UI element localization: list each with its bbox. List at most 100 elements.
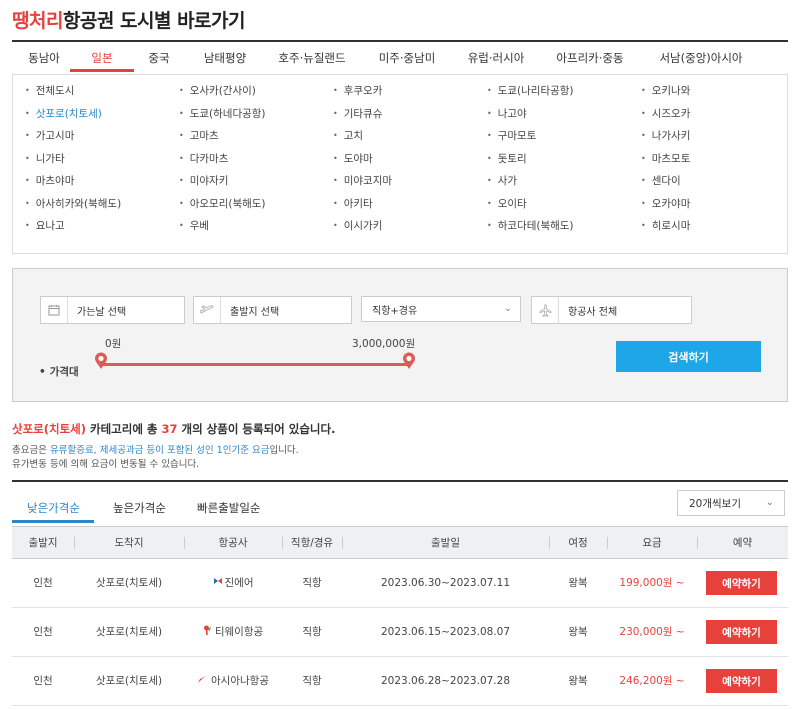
book-button[interactable]: 예약하기 (706, 571, 777, 595)
city-link[interactable]: 오이타 (487, 196, 641, 219)
tab-europe-russia[interactable]: 유럽·러시아 (450, 44, 542, 72)
airline-name: 아시아나항공 (211, 675, 269, 687)
price-min-handle[interactable] (94, 352, 108, 370)
airline-name: 티웨이항공 (214, 626, 264, 638)
city-link[interactable]: 아사히카와(북해도) (25, 196, 179, 219)
city-link[interactable]: 도야마 (333, 151, 487, 174)
result-count: 37 (161, 422, 178, 436)
tab-americas[interactable]: 미주·중남미 (364, 44, 450, 72)
tab-south-pacific[interactable]: 남태평양 (190, 44, 260, 72)
city-link[interactable]: 마츠모토 (641, 151, 795, 174)
cell-route: 직항 (302, 675, 322, 687)
col-dates: 출발일 (431, 537, 460, 549)
city-link[interactable]: 후쿠오카 (333, 83, 487, 106)
city-link[interactable]: 돗토리 (487, 151, 641, 174)
price-max-handle[interactable] (402, 352, 416, 370)
date-select[interactable]: 가는날 선택 (40, 296, 185, 324)
city-link[interactable]: 니가타 (25, 151, 179, 174)
city-link[interactable]: 미야자키 (179, 173, 333, 196)
city-link[interactable]: 도쿄(하네다공항) (179, 106, 333, 129)
city-link[interactable]: 도쿄(나리타공항) (487, 83, 641, 106)
fare-note-prefix: 총요금은 (12, 445, 50, 456)
cell-to: 삿포로(치토세) (95, 675, 163, 687)
city-link[interactable]: 나고야 (487, 106, 641, 129)
city-link[interactable]: 전체도시 (25, 83, 179, 106)
city-link[interactable]: 오사카(간사이) (179, 83, 333, 106)
sort-low-price[interactable]: 낮은가격순 (27, 500, 80, 516)
page-size-select[interactable]: 20개씩보기 ⌄ (677, 490, 785, 516)
list-divider (12, 480, 788, 482)
cell-dates: 2023.06.30~2023.07.11 (380, 576, 511, 589)
city-link[interactable]: 오카야마 (641, 196, 795, 219)
cell-from: 인천 (33, 626, 53, 638)
city-link[interactable]: 기타큐슈 (333, 106, 487, 129)
date-select-label: 가는날 선택 (77, 306, 127, 318)
tab-china[interactable]: 중국 (128, 44, 190, 72)
sort-earliest-departure[interactable]: 빠른출발일순 (197, 500, 260, 516)
city-link[interactable]: 미야코지마 (333, 173, 487, 196)
city-link[interactable]: 히로시마 (641, 218, 795, 241)
city-link[interactable]: 아키타 (333, 196, 487, 219)
price-slider-track[interactable] (101, 363, 409, 366)
city-link[interactable]: 삿포로(치토세) (25, 106, 179, 129)
city-link[interactable]: 오키나와 (641, 83, 795, 106)
city-link[interactable]: 하코다테(북해도) (487, 218, 641, 241)
airplane-icon (532, 297, 559, 323)
sort-high-price[interactable]: 높은가격순 (113, 500, 166, 516)
airline-select-label: 항공사 전체 (568, 306, 618, 318)
city-link[interactable]: 나가사키 (641, 128, 795, 151)
route-type-select[interactable]: 직항+경유 ⌄ (361, 296, 521, 322)
cell-to: 삿포로(치토세) (95, 626, 163, 638)
result-summary: 삿포로(치토세) 카테고리에 총 37 개의 상품이 등록되어 있습니다. (12, 421, 335, 437)
cell-route: 직항 (302, 626, 322, 638)
city-link[interactable]: 우베 (179, 218, 333, 241)
city-link[interactable]: 사가 (487, 173, 641, 196)
city-link[interactable]: 다카마츠 (179, 151, 333, 174)
jinair-logo-icon (213, 576, 223, 589)
price-range-label: 가격대 (39, 364, 79, 379)
result-text: 카테고리에 총 (86, 422, 162, 436)
fare-note-highlight: 유류할증료, 제세공과금 등이 포함된 성인 1인기준 요금 (49, 445, 270, 456)
cell-price: 246,200원 ~ (619, 675, 685, 687)
col-trip: 여정 (568, 537, 588, 549)
route-type-value: 직항+경유 (372, 305, 418, 317)
search-button[interactable]: 검색하기 (616, 341, 761, 372)
book-button[interactable]: 예약하기 (706, 669, 777, 693)
tab-australia-nz[interactable]: 호주·뉴질랜드 (260, 44, 364, 72)
book-button[interactable]: 예약하기 (706, 620, 777, 644)
city-link[interactable]: 가고시마 (25, 128, 179, 151)
tab-japan[interactable]: 일본 (70, 44, 134, 72)
brand-name: 땡처리 (12, 10, 63, 32)
departure-select-label: 출발지 선택 (230, 306, 280, 318)
price-max-label: 3,000,000원 (352, 338, 416, 350)
cell-route: 직항 (302, 577, 322, 589)
fare-change-note: 유가변동 등에 의해 요금이 변동될 수 있습니다. (12, 459, 200, 470)
airline-select[interactable]: 항공사 전체 (531, 296, 692, 324)
city-link[interactable]: 센다이 (641, 173, 795, 196)
cell-airline: 진에어 (184, 558, 282, 607)
departure-select[interactable]: 출발지 선택 (193, 296, 352, 324)
result-text-suffix: 개의 상품이 등록되어 있습니다. (177, 422, 336, 436)
city-link[interactable]: 이시가키 (333, 218, 487, 241)
fare-note-suffix: 입니다. (269, 445, 299, 456)
chevron-down-icon: ⌄ (765, 497, 774, 508)
city-link[interactable]: 고치 (333, 128, 487, 151)
city-link[interactable]: 고마츠 (179, 128, 333, 151)
city-link[interactable]: 마츠야마 (25, 173, 179, 196)
cell-trip: 왕복 (568, 577, 588, 589)
page-title-text: 항공권 도시별 바로가기 (62, 10, 246, 32)
table-row: 인천 삿포로(치토세) 티웨이항공 직항 2023.06.15~2023.08.… (12, 607, 788, 657)
tab-southeast-asia[interactable]: 동남아 (12, 44, 76, 72)
tab-south-central-asia[interactable]: 서남(중앙)아시아 (638, 44, 764, 72)
col-booking: 예약 (732, 537, 753, 549)
cell-price: 199,000원 ~ (619, 577, 685, 589)
page-title: 땡처리항공권 도시별 바로가기 (12, 6, 245, 33)
city-link[interactable]: 아오모리(북해도) (179, 196, 333, 219)
city-link[interactable]: 시즈오카 (641, 106, 795, 129)
title-divider (12, 40, 788, 42)
tab-africa-middle-east[interactable]: 아프리카·중동 (542, 44, 638, 72)
col-arrival: 도착지 (114, 537, 144, 549)
city-link[interactable]: 구마모토 (487, 128, 641, 151)
cell-trip: 왕복 (568, 675, 588, 687)
city-link[interactable]: 요나고 (25, 218, 179, 241)
